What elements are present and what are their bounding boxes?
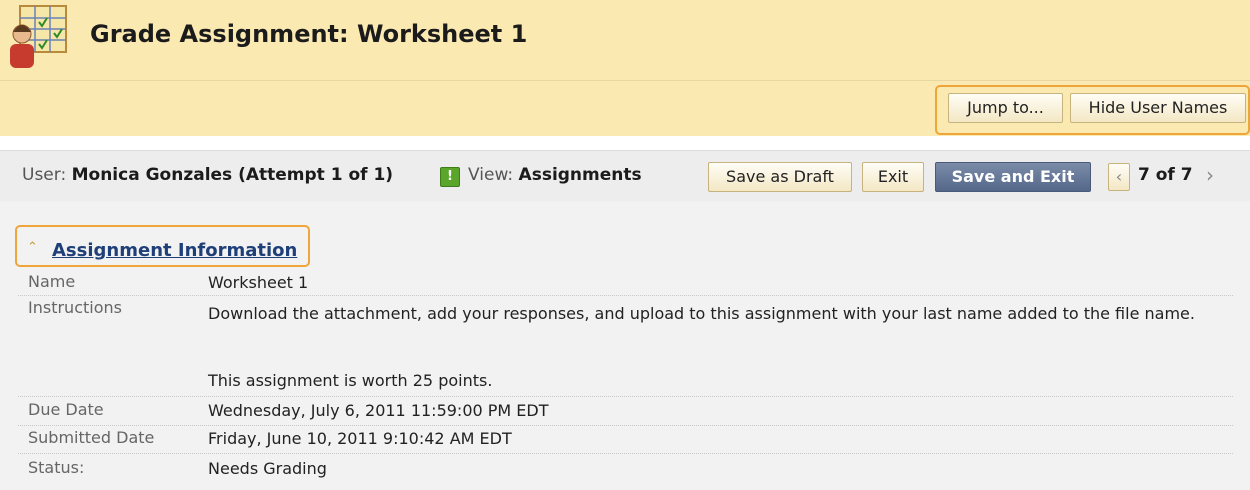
pager-count: 7 of 7 [1138,165,1193,185]
info-key: Due Date [28,400,104,419]
info-value: Worksheet 1 [208,273,309,292]
info-row-instructions: Instructions Download the attachment, ad… [18,296,1233,397]
user-label: User: [22,165,67,185]
grade-center-icon [10,5,67,68]
info-value: Wednesday, July 6, 2011 11:59:00 PM EDT [208,401,549,420]
page-title: Grade Assignment: Worksheet 1 [90,20,528,48]
page-header: Grade Assignment: Worksheet 1 [0,0,1250,81]
info-value: Needs Grading [208,459,327,478]
user-name: Monica Gonzales (Attempt 1 of 1) [71,165,394,185]
hide-user-names-button[interactable]: Hide User Names [1070,93,1246,123]
user-bar: User: Monica Gonzales (Attempt 1 of 1) !… [0,150,1250,202]
info-value: Friday, June 10, 2011 9:10:42 AM EDT [208,429,512,448]
info-key: Instructions [28,298,122,317]
info-row-submitted-date: Submitted Date Friday, June 10, 2011 9:1… [18,426,1233,454]
assignment-information-link[interactable]: Assignment Information [52,240,297,261]
save-as-draft-button[interactable]: Save as Draft [708,162,852,192]
info-value: Download the attachment, add your respon… [208,304,1195,323]
view-value: Assignments [518,165,642,185]
save-and-exit-button[interactable]: Save and Exit [935,162,1091,192]
info-key: Status: [28,458,85,477]
collapse-chevron-icon[interactable]: ⌃ [27,240,38,255]
action-bar: Jump to... Hide User Names [0,81,1250,136]
user-label-group: User: Monica Gonzales (Attempt 1 of 1) [22,165,393,185]
info-row-name: Name Worksheet 1 [18,270,1233,296]
info-key: Name [28,272,76,291]
info-row-status: Status: Needs Grading [18,456,1233,483]
jump-to-button[interactable]: Jump to... [948,93,1063,123]
needs-grading-icon[interactable]: ! [440,167,460,187]
info-value-extra: This assignment is worth 25 points. [208,371,493,390]
next-user-button[interactable]: › [1206,163,1214,187]
info-row-due-date: Due Date Wednesday, July 6, 2011 11:59:0… [18,398,1233,426]
exit-button[interactable]: Exit [862,162,924,192]
info-key: Submitted Date [28,428,155,447]
previous-user-button[interactable]: ‹ [1108,163,1130,191]
view-label: View: [468,165,514,185]
view-label-group: View: Assignments [468,165,642,185]
